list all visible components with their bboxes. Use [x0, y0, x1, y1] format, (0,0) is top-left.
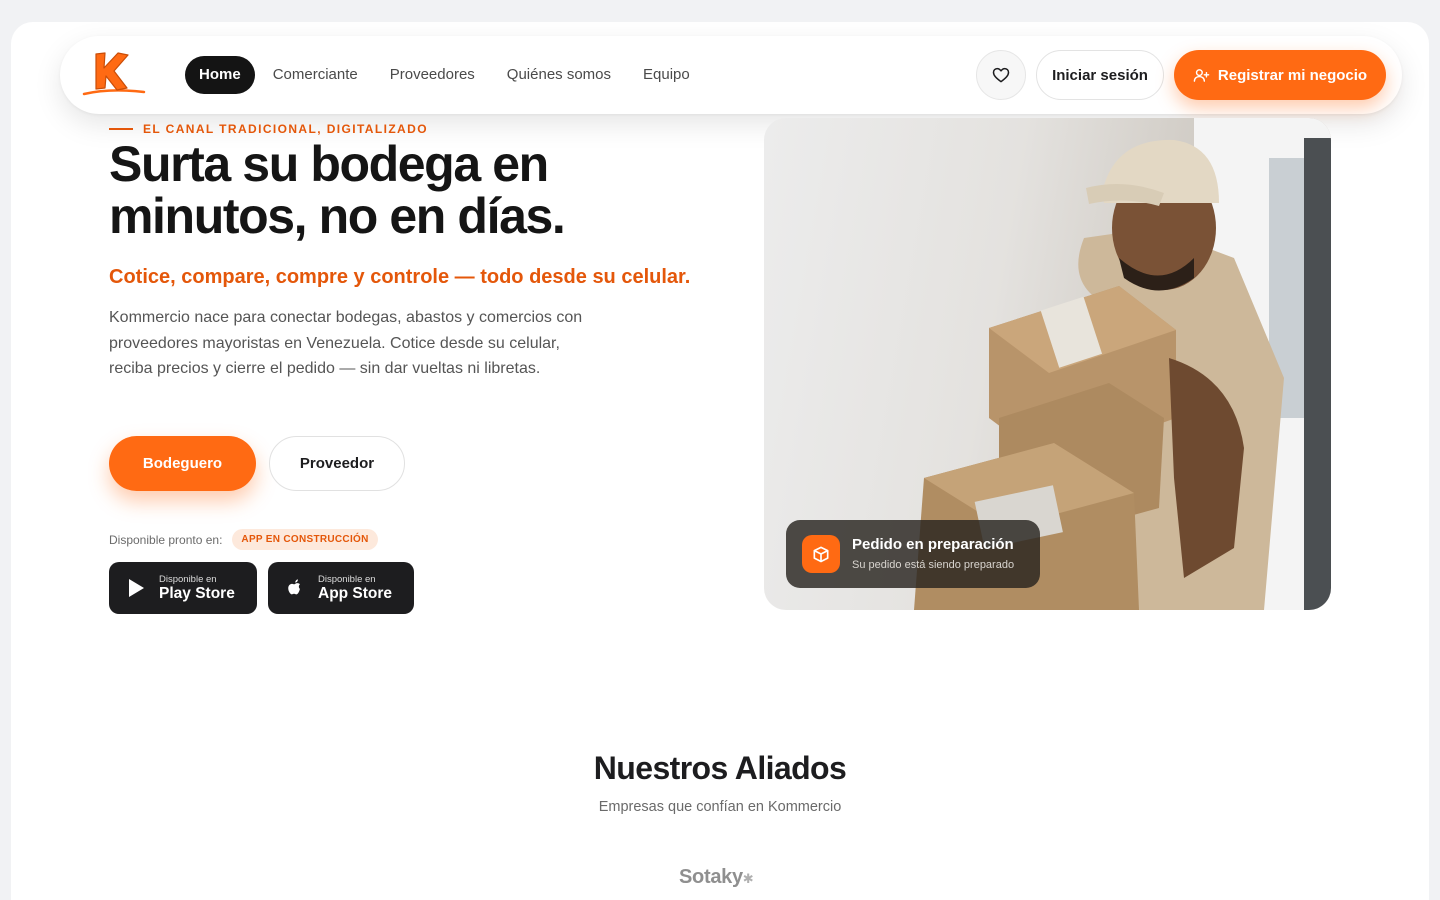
app-store-text: Disponible en App Store — [318, 574, 392, 603]
eyebrow-text: EL CANAL TRADICIONAL, DIGITALIZADO — [143, 122, 428, 136]
user-plus-icon — [1193, 68, 1210, 82]
play-store-small: Disponible en — [159, 573, 217, 585]
hero-eyebrow: EL CANAL TRADICIONAL, DIGITALIZADO — [109, 122, 428, 136]
sparkle-icon: ✱ — [742, 871, 754, 886]
play-icon — [129, 579, 144, 597]
play-store-text: Disponible en Play Store — [159, 574, 235, 603]
nav-home[interactable]: Home — [185, 56, 255, 94]
package-icon — [802, 535, 840, 573]
nav-proveedores[interactable]: Proveedores — [374, 56, 491, 94]
register-business-button[interactable]: Registrar mi negocio — [1174, 50, 1386, 100]
hero-subtitle: Cotice, compare, compre y controle — tod… — [109, 266, 691, 288]
kommercio-logo[interactable] — [80, 48, 146, 100]
hero-title: Surta su bodega en minutos, no en días. — [109, 138, 669, 242]
eyebrow-line — [109, 128, 133, 130]
availability-label: Disponible pronto en: — [109, 532, 223, 547]
apple-icon — [288, 579, 300, 595]
order-status-title: Pedido en preparación — [852, 536, 1014, 553]
login-button[interactable]: Iniciar sesión — [1036, 50, 1164, 100]
app-store-small: Disponible en — [318, 573, 376, 585]
hero-title-line1: Surta su bodega en — [109, 136, 549, 192]
app-store-big: App Store — [318, 584, 393, 602]
availability-row: Disponible pronto en: APP EN CONSTRUCCIÓ… — [109, 529, 378, 550]
order-status-subtitle: Su pedido está siendo preparado — [852, 559, 1015, 571]
ally-logo-sotaky: Sotaky✱ — [679, 866, 754, 889]
heart-icon — [992, 67, 1010, 83]
bodeguero-button[interactable]: Bodeguero — [109, 436, 256, 491]
allies-title: Nuestros Aliados — [593, 750, 847, 786]
hero-description: Kommercio nace para conectar bodegas, ab… — [109, 309, 583, 377]
nav-quienes-somos[interactable]: Quiénes somos — [491, 56, 627, 94]
allies-subtitle: Empresas que confían en Kommercio — [598, 799, 842, 815]
nav-equipo[interactable]: Equipo — [627, 56, 706, 94]
app-store-button[interactable]: Disponible en App Store — [268, 562, 414, 614]
order-status-text: Pedido en preparación Su pedido está sie… — [852, 535, 1014, 573]
nav-links: Home Comerciante Proveedores Quiénes som… — [185, 56, 706, 94]
hero-delivery-photo: Pedido en preparación Su pedido está sie… — [764, 118, 1331, 610]
app-construction-badge: APP EN CONSTRUCCIÓN — [232, 529, 378, 550]
ally-logo-text: Sotaky — [679, 866, 743, 888]
hero-title-line2: minutos, no en días. — [109, 188, 566, 244]
proveedor-button[interactable]: Proveedor — [269, 436, 405, 491]
nav-comerciante[interactable]: Comerciante — [257, 56, 374, 94]
favorites-button[interactable] — [976, 50, 1026, 100]
order-status-card: Pedido en preparación Su pedido está sie… — [786, 520, 1040, 588]
page: Home Comerciante Proveedores Quiénes som… — [11, 22, 1429, 900]
top-navbar: Home Comerciante Proveedores Quiénes som… — [60, 36, 1402, 114]
register-label: Registrar mi negocio — [1217, 66, 1368, 84]
play-store-big: Play Store — [159, 584, 235, 602]
play-store-button[interactable]: Disponible en Play Store — [109, 562, 257, 614]
